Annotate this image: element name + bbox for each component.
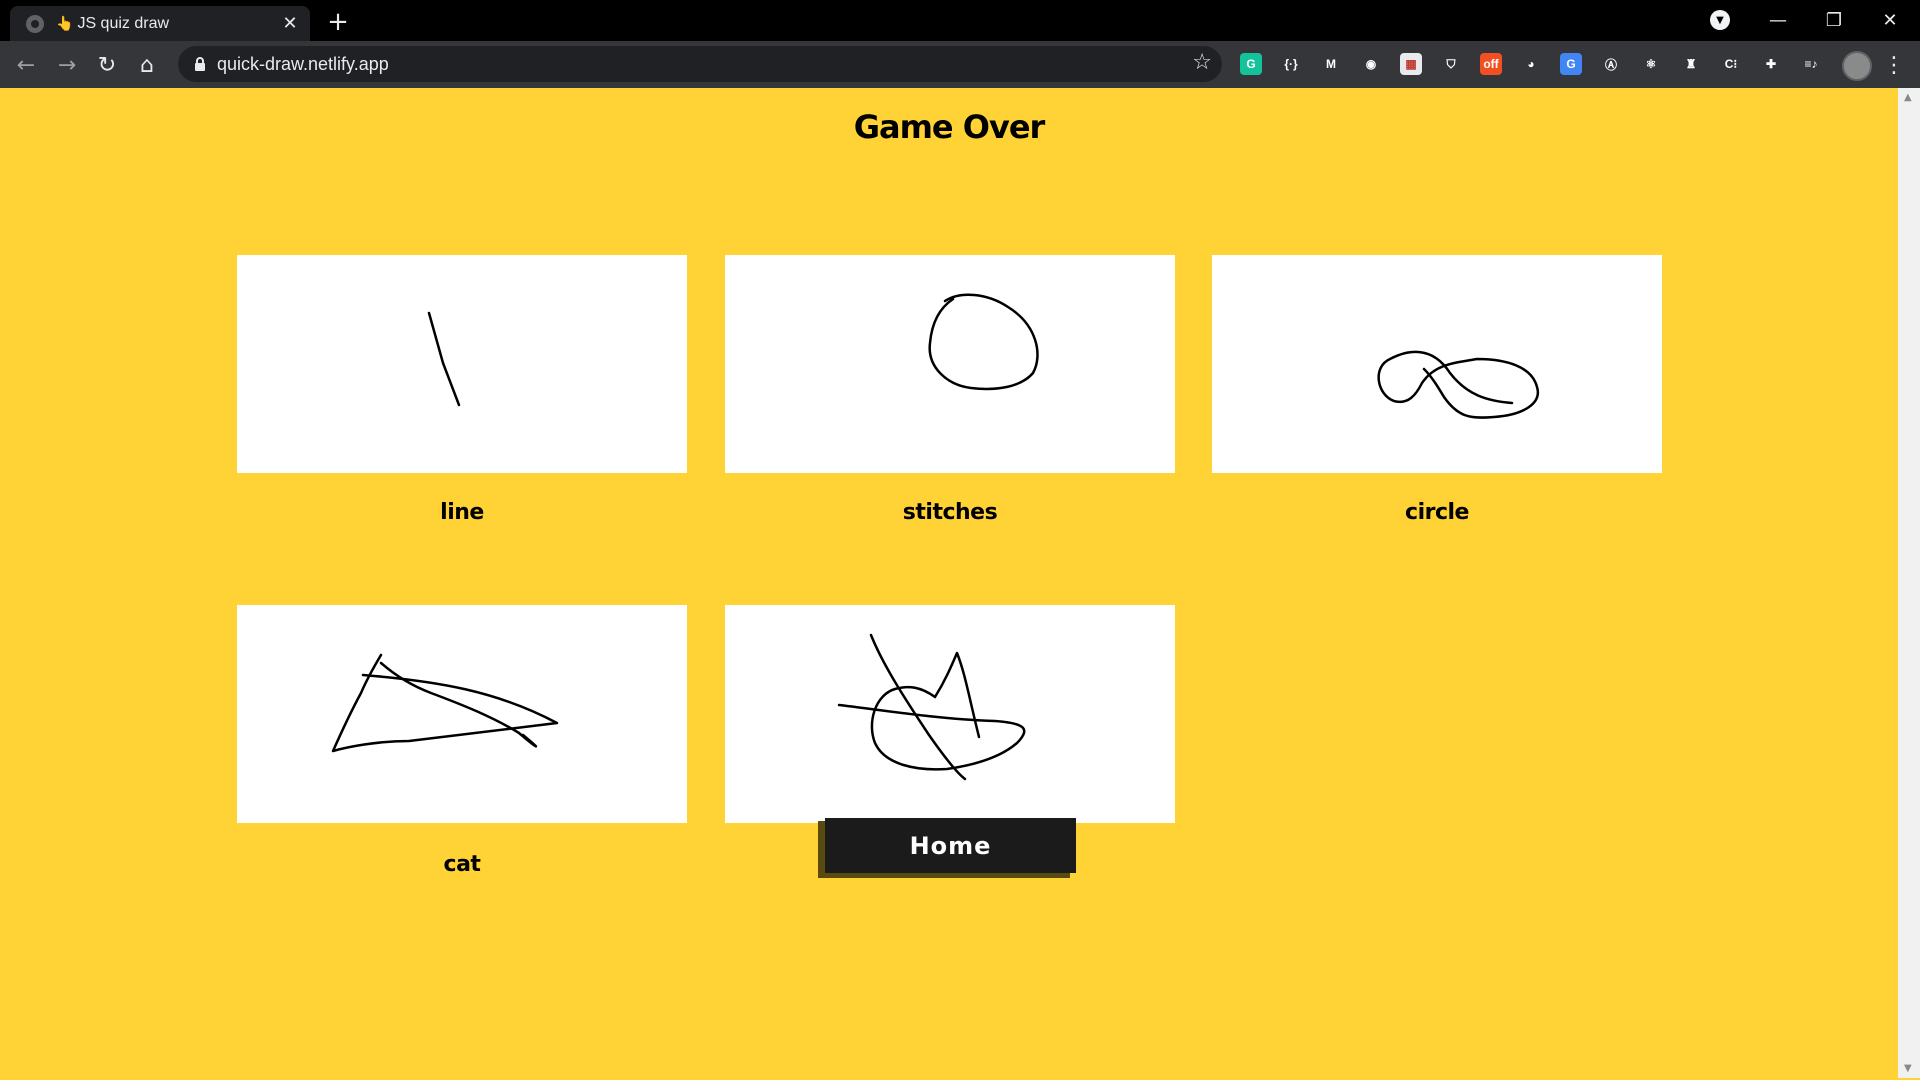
drawing-line: [427, 311, 461, 407]
reload-icon[interactable]: ↻: [91, 49, 123, 81]
drawing-card-cat: [237, 605, 687, 823]
bookmark-star-icon[interactable]: ☆: [1192, 50, 1212, 75]
drawing-card-stitches: [725, 255, 1175, 473]
drawing-cat: [331, 653, 559, 753]
grammarly-icon[interactable]: G: [1240, 53, 1262, 75]
home-icon[interactable]: ⌂: [131, 49, 163, 81]
translate-icon[interactable]: G: [1560, 53, 1582, 75]
code-extension-icon[interactable]: C⁝: [1720, 53, 1742, 75]
scroll-down-icon[interactable]: ▼: [1904, 1063, 1912, 1074]
drawing-label: cat: [443, 852, 481, 877]
new-tab-button[interactable]: +: [322, 6, 354, 38]
page-title: Game Over: [853, 108, 1046, 146]
off-extension-icon[interactable]: off: [1480, 53, 1502, 75]
tab-title: JS quiz draw: [77, 14, 170, 32]
address-bar[interactable]: quick-draw.netlify.app ☆: [178, 46, 1222, 82]
drawing-card-castle: [725, 605, 1175, 823]
page-content: [0, 88, 1898, 1078]
back-icon[interactable]: ←: [10, 49, 42, 81]
restore-icon[interactable]: ❐: [1806, 0, 1862, 40]
shield-extension-icon[interactable]: ⛉: [1440, 53, 1462, 75]
drawing-circle: [1377, 350, 1540, 419]
close-tab-icon[interactable]: ✕: [276, 10, 304, 38]
close-window-icon[interactable]: ✕: [1862, 0, 1918, 40]
drawing-card-circle: [1212, 255, 1662, 473]
drawing-label: line: [440, 500, 484, 525]
browser-tab-bar: 👆 JS quiz draw ✕ + ▼ — ❐ ✕: [0, 0, 1920, 41]
github-icon[interactable]: ◉: [1360, 53, 1382, 75]
browser-toolbar: ← → ↻ ⌂ quick-draw.netlify.app ☆ G {·} M ◉ ▦…: [0, 41, 1920, 88]
scrollbar[interactable]: ▲ ▼: [1898, 88, 1920, 1078]
minimize-icon[interactable]: —: [1750, 0, 1806, 40]
drawing-castle: [837, 633, 1026, 781]
globe-icon: [26, 14, 44, 33]
drawing-card-line: [237, 255, 687, 473]
drawing-label: circle: [1405, 500, 1469, 525]
puzzle-icon[interactable]: ✚: [1760, 53, 1782, 75]
m-extension-icon[interactable]: M: [1320, 53, 1342, 75]
url-text: quick-draw.netlify.app: [217, 54, 389, 74]
tab-emoji: 👆: [56, 15, 74, 32]
react-icon[interactable]: ⚛: [1640, 53, 1662, 75]
tab-search-icon[interactable]: ▼: [1710, 10, 1730, 30]
lock-icon: [195, 57, 205, 71]
profile-avatar[interactable]: [1842, 51, 1872, 81]
json-icon[interactable]: {·}: [1280, 53, 1302, 75]
circle-a-icon[interactable]: Ⓐ: [1600, 53, 1622, 75]
grid-extension-icon[interactable]: ▦: [1400, 53, 1422, 75]
drawing-stitches: [928, 293, 1039, 391]
home-button-label: Home: [825, 818, 1076, 873]
media-control-icon[interactable]: ≡♪: [1800, 53, 1822, 75]
home-button[interactable]: Home: [818, 818, 1076, 878]
more-menu-icon[interactable]: ⋮: [1878, 49, 1910, 81]
colorful-extension-icon[interactable]: ◕: [1520, 53, 1542, 75]
browser-tab[interactable]: 👆 JS quiz draw ✕: [10, 6, 310, 41]
rocket-extension-icon[interactable]: ♜: [1680, 53, 1702, 75]
forward-icon[interactable]: →: [51, 49, 83, 81]
scroll-up-icon[interactable]: ▲: [1904, 92, 1912, 103]
drawing-label: stitches: [902, 500, 998, 525]
